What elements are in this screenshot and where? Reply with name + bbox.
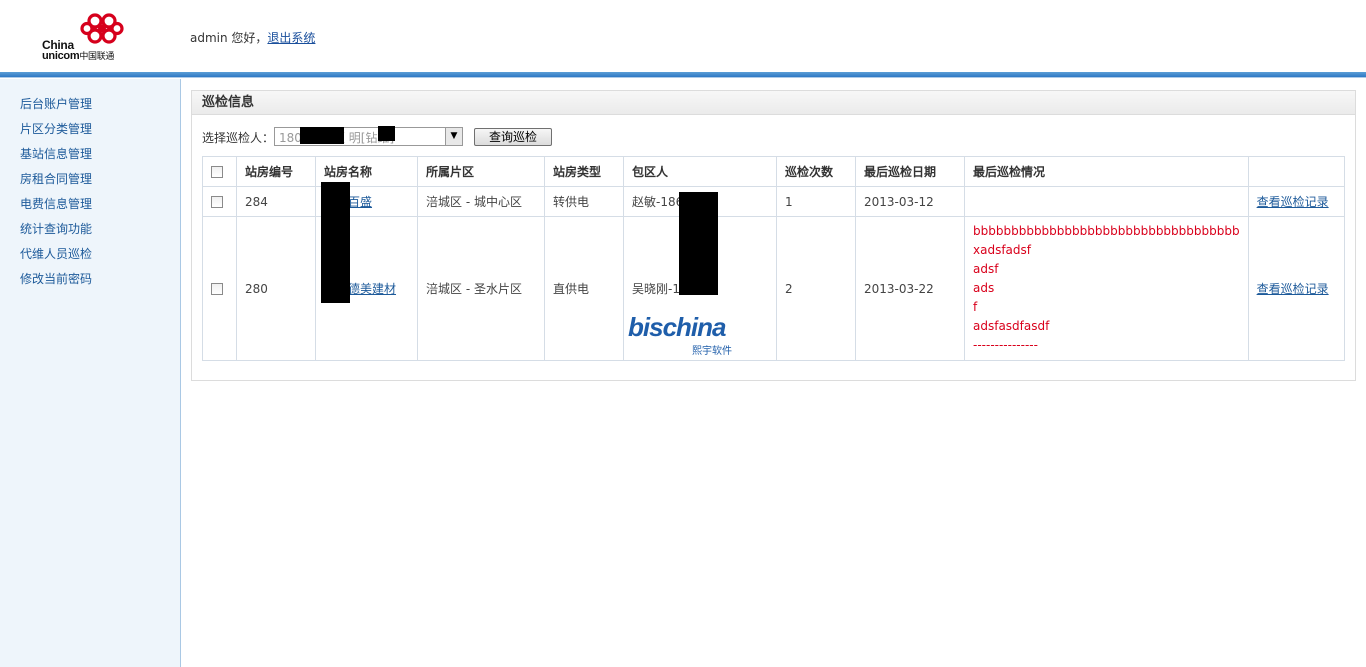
redaction-block [679,192,718,295]
column-header-last-status: 最后巡检情况 [964,156,1249,187]
column-header-station-id: 站房编号 [236,156,316,187]
sidebar-item-maintenance-inspection[interactable]: 代维人员巡检 [20,245,92,262]
column-header-station-type: 站房类型 [544,156,624,187]
unicom-knot-icon [80,13,124,44]
bischina-watermark: bischina 熙宇软件 [628,312,740,357]
table-header-row: 站房编号 站房名称 所属片区 站房类型 包区人 巡检次数 最后巡检日期 最后巡检… [202,156,1346,187]
last-inspection-date: 2013-03-22 [855,216,965,361]
table-row: 280 德美建材 涪城区 - 圣水片区 直供电 吴晓刚-1 0567 2 201… [202,216,1346,361]
logo-text-unicom-cn: 中国联通 [79,51,115,61]
logo-text-unicom-en: unicom [42,50,80,62]
view-inspection-records-link[interactable]: 查看巡检记录 [1257,282,1329,296]
welcome-message: admin 您好，退出系统 [190,29,315,46]
last-inspection-status: bbbbbbbbbbbbbbbbbbbbbbbbbbbbbbbbbbb xads… [964,216,1249,361]
watermark-subtitle: 熙宇软件 [692,346,732,357]
logout-link[interactable]: 退出系统 [267,31,315,45]
sidebar-item-station-info[interactable]: 基站信息管理 [20,145,92,162]
sidebar-nav: 后台账户管理 片区分类管理 基站信息管理 房租合同管理 电费信息管理 统计查询功… [0,79,181,667]
station-type: 转供电 [544,186,624,217]
select-all-cell [202,156,237,187]
station-name-link[interactable]: 百盛 [348,195,372,209]
status-line: xadsfadsf [973,243,1031,257]
status-line: adsf [973,262,999,276]
sidebar-item-zone-category[interactable]: 片区分类管理 [20,120,92,137]
station-id: 280 [236,216,316,361]
logo-text-unicom: unicom中国联通 [42,49,114,62]
redaction-block [378,126,395,141]
view-inspection-records-link[interactable]: 查看巡检记录 [1257,195,1329,209]
inspector-select-label: 选择巡检人： [202,131,275,145]
row-select-cell [202,216,237,361]
status-line: ads [973,281,995,295]
status-line: --------------- [973,338,1038,352]
greeting-text: admin 您好， [190,31,268,45]
query-inspection-button[interactable]: 查询巡检 [474,128,552,146]
watermark-china: china [662,312,727,342]
column-header-inspection-count: 巡检次数 [776,156,856,187]
station-area: 涪城区 - 城中心区 [417,186,545,217]
last-inspection-status [964,186,1249,217]
station-id: 284 [236,186,316,217]
column-header-action [1247,156,1346,187]
inspection-count: 2 [776,216,856,361]
page-header: China unicom中国联通 admin 您好，退出系统 [0,0,1366,78]
dropdown-arrow-icon[interactable]: ▼ [445,128,462,145]
station-area: 涪城区 - 圣水片区 [417,216,545,361]
inspection-count: 1 [776,186,856,217]
column-header-last-date: 最后巡检日期 [855,156,965,187]
china-unicom-logo: China unicom中国联通 [40,12,130,62]
watermark-logo-text: bischina [628,312,726,343]
action-cell: 查看巡检记录 [1247,216,1346,361]
column-header-owner: 包区人 [623,156,777,187]
status-line: adsfasdfasdf [973,319,1050,333]
watermark-bis: bis [628,312,664,342]
sidebar-item-change-password[interactable]: 修改当前密码 [20,270,92,287]
action-cell: 查看巡检记录 [1247,186,1346,217]
station-name-link[interactable]: 德美建材 [348,282,396,296]
inspection-panel: 巡检信息 选择巡检人： 180 15 - 须 明[钻维] ▼ 查询巡检 站房编号… [191,90,1356,381]
row-checkbox[interactable] [211,283,223,295]
redaction-block [321,182,350,303]
sidebar-item-account-management[interactable]: 后台账户管理 [20,95,92,112]
status-line: f [973,300,978,314]
row-select-cell [202,186,237,217]
sidebar-item-statistics-query[interactable]: 统计查询功能 [20,220,92,237]
inspection-table: 站房编号 站房名称 所属片区 站房类型 包区人 巡检次数 最后巡检日期 最后巡检… [202,156,1346,361]
column-header-area: 所属片区 [417,156,545,187]
header-divider-bar [0,72,1366,78]
last-inspection-date: 2013-03-12 [855,186,965,217]
sidebar-item-rent-contract[interactable]: 房租合同管理 [20,170,92,187]
row-checkbox[interactable] [211,196,223,208]
redaction-block [300,127,344,144]
panel-title: 巡检信息 [192,91,1355,115]
station-type: 直供电 [544,216,624,361]
sidebar-item-electricity-fee[interactable]: 电费信息管理 [20,195,92,212]
select-all-checkbox[interactable] [211,166,223,178]
table-row: 284 百盛 涪城区 - 城中心区 转供电 赵敏-186 516 1 2013-… [202,186,1346,217]
status-line: bbbbbbbbbbbbbbbbbbbbbbbbbbbbbbbbbbb [973,224,1240,238]
